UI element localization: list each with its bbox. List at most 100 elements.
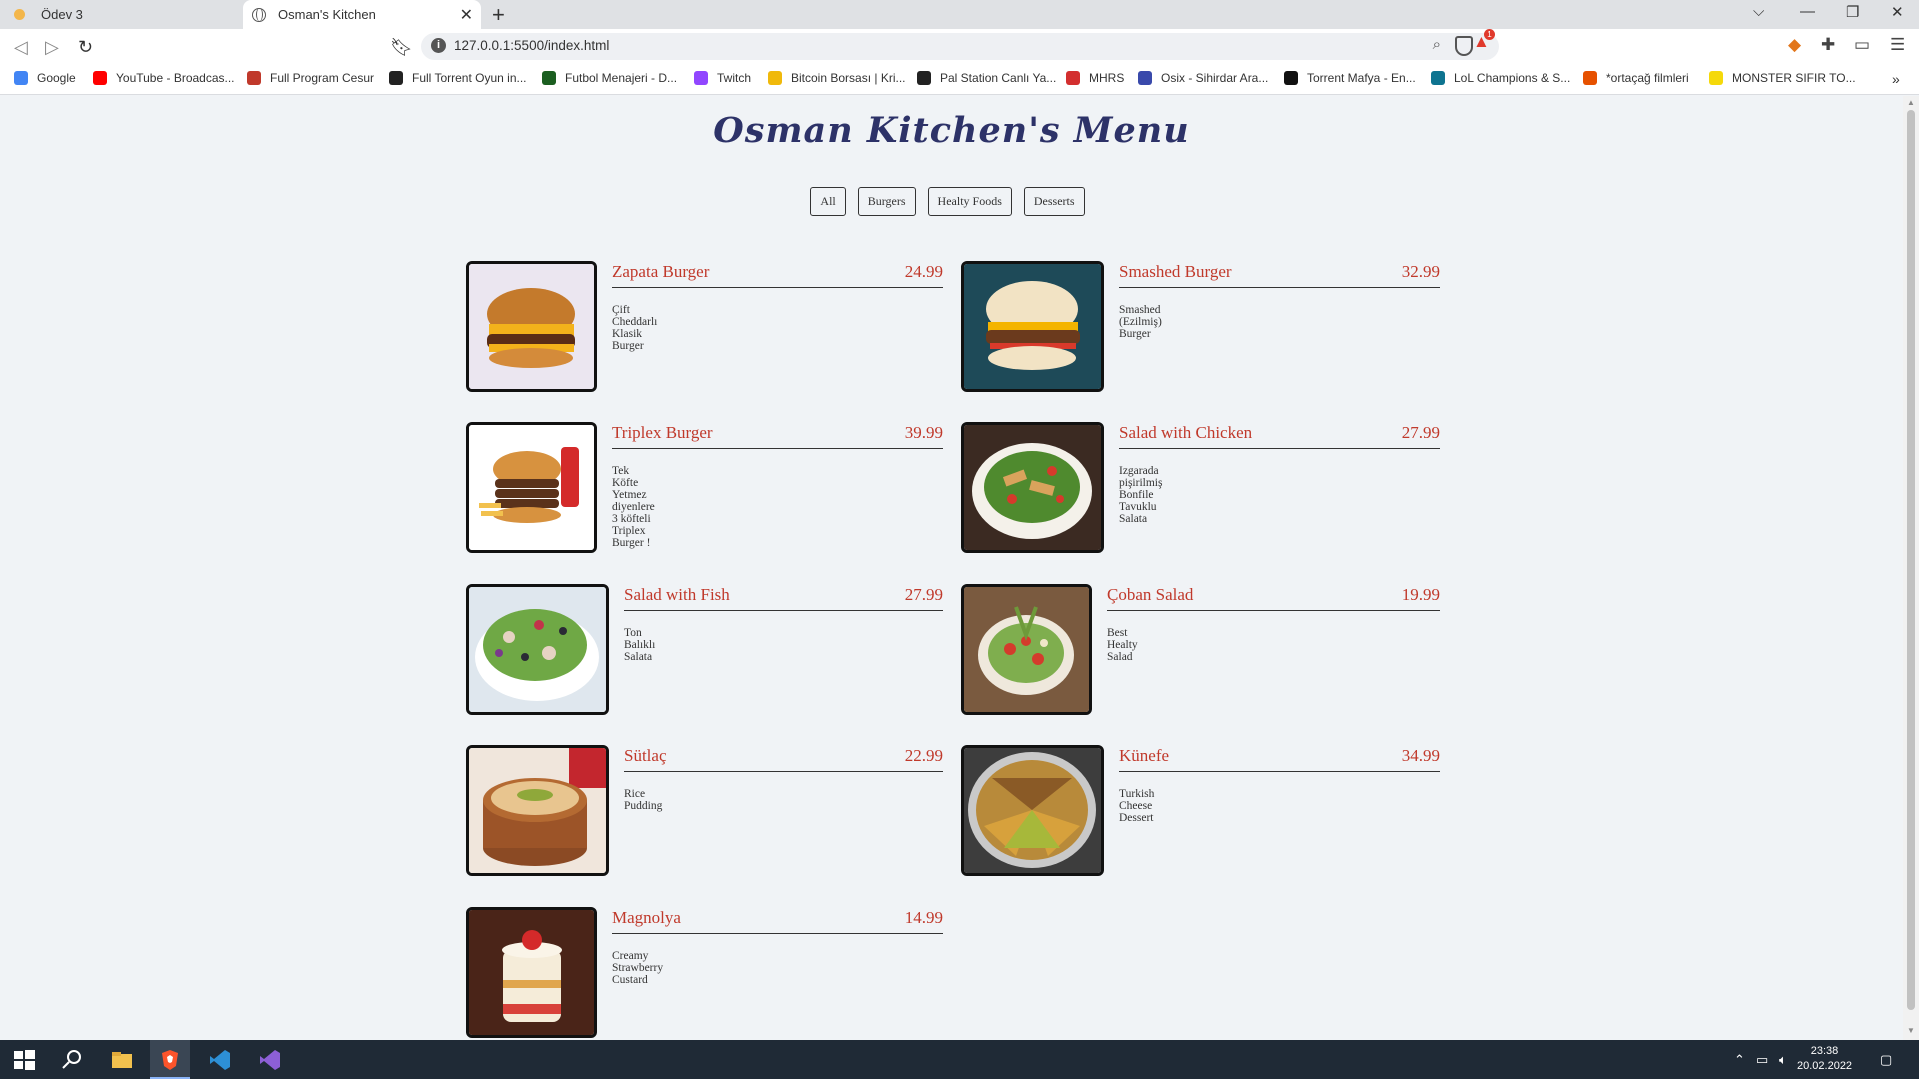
filter-desserts-button[interactable]: Desserts — [1023, 187, 1085, 216]
bookmark-full-program[interactable]: Full Program Cesur — [247, 71, 374, 85]
item-description: Izgarada pişirilmiş Bonfile Tavuklu Sala… — [1119, 465, 1163, 525]
item-price: 19.99 — [1401, 585, 1440, 604]
tab-search-chevron-icon[interactable]: ⌵ — [1753, 3, 1764, 20]
burger-photo — [466, 422, 597, 553]
bookmark-torrent-oyun[interactable]: Full Torrent Oyun in... — [389, 71, 527, 85]
bookmark-pal-station[interactable]: Pal Station Canlı Ya... — [917, 71, 1056, 85]
item-description: Turkish Cheese Dessert — [1119, 788, 1155, 824]
bookmark-ortacag[interactable]: *ortaçağ filmleri — [1583, 71, 1689, 85]
vscode-icon[interactable] — [208, 1048, 232, 1072]
tab-osmans-kitchen[interactable]: Osman's Kitchen ✕ — [243, 0, 481, 29]
salad-photo — [466, 584, 609, 715]
dessert-photo — [466, 745, 609, 876]
item-name: Zapata Burger — [612, 262, 710, 281]
bookmark-osix[interactable]: Osix - Sihirdar Ara... — [1138, 71, 1268, 85]
scroll-down-icon[interactable]: ▼ — [1907, 1026, 1915, 1035]
windows-start-icon[interactable] — [12, 1048, 36, 1072]
site-info-icon[interactable]: i — [431, 38, 446, 53]
tab-label: Osman's Kitchen — [278, 7, 376, 22]
item-description: Çift Cheddarlı Klasik Burger — [612, 304, 658, 352]
burger-photo — [466, 261, 597, 392]
rewards-badge: 1 — [1484, 29, 1495, 40]
salad-photo — [961, 422, 1104, 553]
item-description: Tek Köfte Yetmez diyenlere 3 köfteli Tri… — [612, 465, 655, 549]
item-name: Salad with Fish — [624, 585, 730, 604]
item-price: 27.99 — [904, 585, 943, 604]
forward-icon[interactable]: ▷ — [45, 37, 59, 58]
item-header: Smashed Burger 32.99 — [1119, 262, 1440, 288]
visual-studio-icon[interactable] — [258, 1048, 282, 1072]
volume-icon[interactable]: 🔈︎ — [1779, 1052, 1787, 1068]
bookmark-twitch[interactable]: Twitch — [694, 71, 751, 85]
page-loading-icon — [14, 9, 25, 20]
globe-icon — [389, 71, 403, 85]
restore-button[interactable]: ❐ — [1846, 3, 1859, 21]
back-icon[interactable]: ◁ — [14, 37, 28, 58]
item-header: Zapata Burger 24.99 — [612, 262, 943, 288]
item-description: Rice Pudding — [624, 788, 663, 812]
item-header: Salad with Chicken 27.99 — [1119, 423, 1440, 449]
burger-photo — [961, 261, 1104, 392]
item-header: Triplex Burger 39.99 — [612, 423, 943, 449]
extensions-icon[interactable]: ✚ — [1821, 35, 1835, 55]
bookmark-futbol-menajeri[interactable]: Futbol Menajeri - D... — [542, 71, 677, 85]
brave-rewards-icon[interactable]: ▲ 1 — [1473, 29, 1495, 52]
menu-icon[interactable]: ☰ — [1890, 35, 1905, 55]
page-viewport: Osman Kitchen's Menu All Burgers Healty … — [0, 96, 1903, 1040]
system-clock[interactable]: 23:38 20.02.2022 — [1797, 1044, 1852, 1074]
program-icon — [247, 71, 261, 85]
clock-time: 23:38 — [1810, 1045, 1839, 1057]
monster-icon — [1709, 71, 1723, 85]
search-icon[interactable] — [60, 1048, 84, 1072]
network-icon[interactable]: ▭ — [1756, 1052, 1768, 1068]
bookmark-lol[interactable]: LoL Champions & S... — [1431, 71, 1570, 85]
show-hidden-icons-icon[interactable]: ⌃ — [1734, 1052, 1745, 1068]
tab-odev-3[interactable]: Ödev 3 — [0, 0, 243, 29]
bookmark-monster[interactable]: MONSTER SIFIR TO... — [1709, 71, 1856, 85]
item-description: Ton Balıklı Salata — [624, 627, 656, 663]
zoom-icon[interactable]: ⌕ — [1433, 36, 1441, 53]
more-bookmarks-icon[interactable]: » — [1892, 71, 1900, 87]
tab-strip: Ödev 3 Osman's Kitchen ✕ + ⌵ — ❐ ✕ — [0, 0, 1919, 29]
item-price: 22.99 — [904, 746, 943, 765]
mafia-icon — [1284, 71, 1298, 85]
bookmark-google[interactable]: Google — [14, 71, 76, 85]
dessert-photo — [466, 907, 597, 1038]
mhrs-icon — [1066, 71, 1080, 85]
reload-icon[interactable]: ↻ — [78, 37, 93, 58]
wallet-icon[interactable]: ▭ — [1854, 35, 1870, 55]
brave-browser-icon[interactable] — [158, 1048, 182, 1072]
item-price: 14.99 — [904, 908, 943, 927]
scroll-thumb[interactable] — [1907, 110, 1915, 1010]
filter-healty-foods-button[interactable]: Healty Foods — [927, 187, 1012, 216]
page-scrollbar[interactable]: ▲ ▼ — [1903, 96, 1919, 1040]
bookmark-torrent-mafya[interactable]: Torrent Mafya - En... — [1284, 71, 1416, 85]
google-icon — [14, 71, 28, 85]
bookmark-mhrs[interactable]: MHRS — [1066, 71, 1124, 85]
bookmark-icon[interactable]: 🔖︎ — [390, 37, 413, 58]
close-tab-icon[interactable]: ✕ — [460, 5, 473, 25]
film-icon — [1583, 71, 1597, 85]
youtube-icon — [93, 71, 107, 85]
binance-icon — [768, 71, 782, 85]
address-bar[interactable]: i 127.0.0.1:5500/index.html ⌕ — [421, 33, 1499, 60]
filter-burgers-button[interactable]: Burgers — [857, 187, 916, 216]
bookmark-youtube[interactable]: YouTube - Broadcas... — [93, 71, 235, 85]
item-header: Salad with Fish 27.99 — [624, 585, 943, 611]
close-window-button[interactable]: ✕ — [1891, 3, 1904, 21]
brave-shield-icon[interactable] — [1455, 36, 1473, 56]
item-description: Creamy Strawberry Custard — [612, 950, 664, 986]
dessert-photo — [961, 745, 1104, 876]
file-explorer-icon[interactable] — [110, 1048, 134, 1072]
filter-all-button[interactable]: All — [810, 187, 846, 216]
metamask-icon[interactable]: ◆ — [1788, 35, 1801, 55]
scroll-up-icon[interactable]: ▲ — [1907, 98, 1915, 107]
bookmark-bitcoin[interactable]: Bitcoin Borsası | Kri... — [768, 71, 906, 85]
osix-icon — [1138, 71, 1152, 85]
minimize-button[interactable]: — — [1800, 3, 1815, 20]
notifications-icon[interactable]: ▢ — [1880, 1052, 1892, 1068]
new-tab-button[interactable]: + — [492, 2, 505, 28]
bookmarks-bar: Google YouTube - Broadcas... Full Progra… — [0, 65, 1919, 95]
item-price: 24.99 — [904, 262, 943, 281]
item-name: Sütlaç — [624, 746, 667, 765]
